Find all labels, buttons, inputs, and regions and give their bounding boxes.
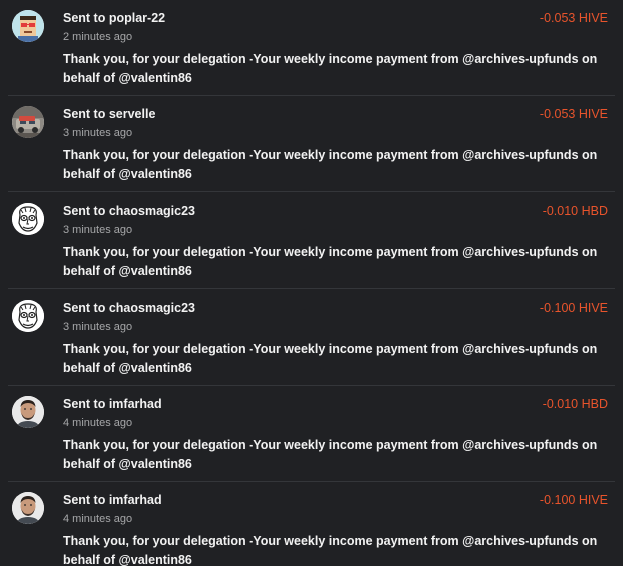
transfer-title: Sent to imfarhad <box>63 493 162 507</box>
sketch-face-avatar-icon <box>12 300 44 332</box>
transfer-title: Sent to poplar-22 <box>63 11 166 25</box>
transfer-time: 3 minutes ago <box>63 321 133 333</box>
transfer-amount: -0.010 HBD <box>542 397 608 411</box>
transfer-amount: -0.100 HIVE <box>539 301 608 315</box>
transfer-item[interactable]: Sent to imfarhad 4 minutes ago -0.100 HI… <box>0 482 623 566</box>
pixel-art-avatar-icon <box>12 10 44 42</box>
transfer-item[interactable]: Sent to servelle 3 minutes ago -0.053 HI… <box>0 96 623 192</box>
transfer-time: 4 minutes ago <box>63 513 133 525</box>
transfer-title: Sent to chaosmagic23 <box>63 204 195 218</box>
transfer-title: Sent to chaosmagic23 <box>63 301 195 315</box>
transfer-item[interactable]: Sent to poplar-22 2 minutes ago -0.053 H… <box>0 0 623 96</box>
avatar[interactable] <box>12 203 44 235</box>
transfer-time: 3 minutes ago <box>63 127 133 139</box>
transfer-title: Sent to imfarhad <box>63 397 162 411</box>
transfer-amount: -0.053 HIVE <box>539 107 608 121</box>
transfer-item[interactable]: Sent to chaosmagic23 3 minutes ago -0.10… <box>0 290 623 386</box>
transfer-amount: -0.010 HBD <box>542 204 608 218</box>
divider <box>8 191 615 192</box>
transfer-memo: Thank you, for your delegation -Your wee… <box>63 148 598 181</box>
transfer-memo: Thank you, for your delegation -Your wee… <box>63 534 598 566</box>
transfer-memo: Thank you, for your delegation -Your wee… <box>63 52 598 85</box>
divider <box>8 288 615 289</box>
transfer-title: Sent to servelle <box>63 107 156 121</box>
avatar[interactable] <box>12 106 44 138</box>
transfer-time: 4 minutes ago <box>63 417 133 429</box>
transfer-time: 2 minutes ago <box>63 31 133 43</box>
transfer-amount: -0.100 HIVE <box>539 493 608 507</box>
transfer-item[interactable]: Sent to chaosmagic23 3 minutes ago -0.01… <box>0 193 623 289</box>
transfer-memo: Thank you, for your delegation -Your wee… <box>63 438 598 471</box>
transfer-time: 3 minutes ago <box>63 224 133 236</box>
avatar[interactable] <box>12 300 44 332</box>
transfer-history-list: Sent to poplar-22 2 minutes ago -0.053 H… <box>0 0 623 566</box>
sketch-face-avatar-icon <box>12 203 44 235</box>
avatar[interactable] <box>12 10 44 42</box>
man-photo-avatar-icon <box>12 396 44 428</box>
avatar[interactable] <box>12 396 44 428</box>
transfer-memo: Thank you, for your delegation -Your wee… <box>63 245 598 278</box>
man-photo-avatar-icon <box>12 492 44 524</box>
transfer-item[interactable]: Sent to imfarhad 4 minutes ago -0.010 HB… <box>0 386 623 482</box>
transfer-amount: -0.053 HIVE <box>539 11 608 25</box>
avatar[interactable] <box>12 492 44 524</box>
car-photo-avatar-icon <box>12 106 44 138</box>
transfer-memo: Thank you, for your delegation -Your wee… <box>63 342 598 375</box>
